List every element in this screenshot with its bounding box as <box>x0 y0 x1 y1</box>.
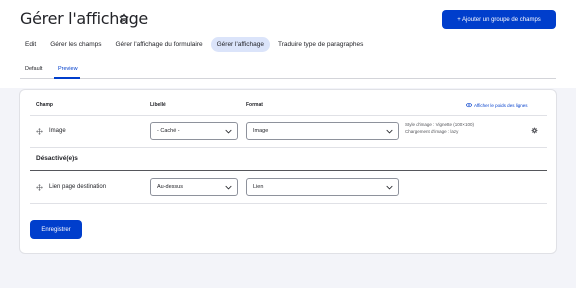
subtab-default[interactable]: Default <box>25 66 42 72</box>
tab-manage-display[interactable]: Gérer l'affichage <box>210 37 270 52</box>
drag-handle-icon[interactable] <box>36 128 43 135</box>
format-select-value: Lien <box>253 184 264 190</box>
disabled-section-title: Désactivé(e)s <box>36 155 78 162</box>
section-divider <box>30 170 547 171</box>
display-settings-card: Champ Libellé Format Afficher le poids d… <box>19 89 557 254</box>
label-select-value: - Caché - <box>157 128 180 134</box>
tab-manage-form-display[interactable]: Gérer l'affichage du formulaire <box>110 37 209 52</box>
divider <box>30 115 547 116</box>
label-select[interactable]: Au-dessus <box>150 178 238 196</box>
tab-translate[interactable]: Traduire type de paragraphes <box>272 37 369 52</box>
save-button[interactable]: Enregistrer <box>30 220 82 239</box>
summary-line: Chargement d'image : lazy <box>405 128 459 134</box>
format-select[interactable]: Lien <box>246 178 399 196</box>
show-row-weights-link[interactable]: Afficher le poids des lignes <box>466 102 527 108</box>
chevron-down-icon <box>225 129 232 134</box>
eye-icon <box>466 102 472 108</box>
format-summary: Style d'image : Vignette (100×100) Charg… <box>405 122 474 135</box>
column-header-field: Champ <box>36 102 53 108</box>
tab-manage-fields[interactable]: Gérer les champs <box>44 37 107 52</box>
divider <box>30 203 547 204</box>
format-select[interactable]: Image <box>246 122 399 140</box>
subtab-preview[interactable]: Preview <box>58 66 78 72</box>
gear-icon[interactable] <box>531 127 538 134</box>
summary-line: Style d'image : Vignette (100×100) <box>405 122 474 127</box>
column-header-label: Libellé <box>150 102 166 108</box>
secondary-tabs: Default Preview <box>20 63 556 79</box>
chevron-down-icon <box>386 185 393 190</box>
chevron-down-icon <box>225 185 232 190</box>
format-select-value: Image <box>253 128 269 134</box>
divider <box>30 147 547 148</box>
field-name: Image <box>49 128 66 134</box>
label-select-value: Au-dessus <box>157 184 183 190</box>
star-icon[interactable] <box>119 13 129 23</box>
primary-tabs: Edit Gérer les champs Gérer l'affichage … <box>19 37 371 52</box>
field-name: Lien page destination <box>49 184 107 190</box>
label-select[interactable]: - Caché - <box>150 122 238 140</box>
show-row-weights-label: Afficher le poids des lignes <box>474 102 528 108</box>
drag-handle-icon[interactable] <box>36 184 43 191</box>
page-header: Gérer l'affichage + Ajouter un groupe de… <box>0 0 576 88</box>
chevron-down-icon <box>386 129 393 134</box>
add-field-group-button[interactable]: + Ajouter un groupe de champs <box>442 10 556 29</box>
active-subtab-indicator <box>54 77 80 79</box>
tab-edit[interactable]: Edit <box>19 37 42 52</box>
column-header-format: Format <box>246 102 263 108</box>
